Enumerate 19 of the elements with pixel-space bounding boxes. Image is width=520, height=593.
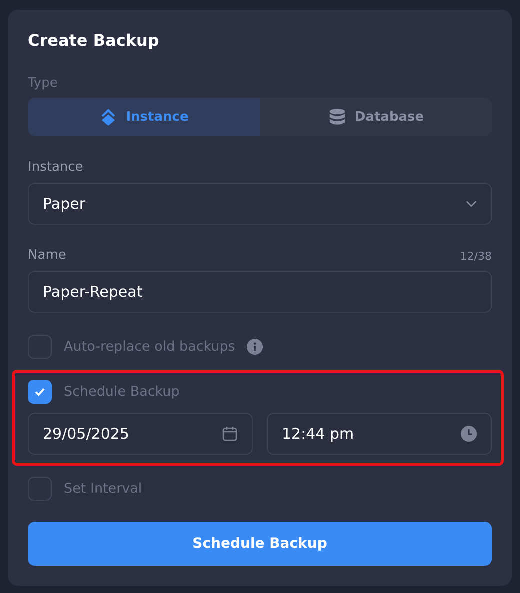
checkbox-label: Auto-replace old backups (64, 339, 236, 355)
instance-select[interactable]: Paper (28, 183, 492, 225)
info-icon (247, 339, 264, 355)
type-tab[interactable]: Database (260, 98, 492, 136)
database-icon (328, 108, 347, 126)
character-counter: 12/38 (460, 250, 492, 262)
time-input[interactable]: 12:44 pm (267, 413, 492, 455)
name-input[interactable]: Paper-Repeat (28, 271, 492, 313)
clock-icon (461, 426, 477, 442)
checkbox-label: Schedule Backup (64, 384, 180, 400)
field-label: Name (28, 247, 66, 265)
calendar-icon (222, 426, 238, 442)
field-label: Instance (28, 159, 84, 177)
checkbox-label: Set Interval (64, 481, 142, 497)
dialog-title: Create Backup (28, 30, 160, 52)
chevron-down-icon (466, 200, 477, 208)
date-input[interactable]: 29/05/2025 (28, 413, 253, 455)
checkbox[interactable] (28, 380, 52, 404)
field-label: Type (28, 75, 59, 93)
